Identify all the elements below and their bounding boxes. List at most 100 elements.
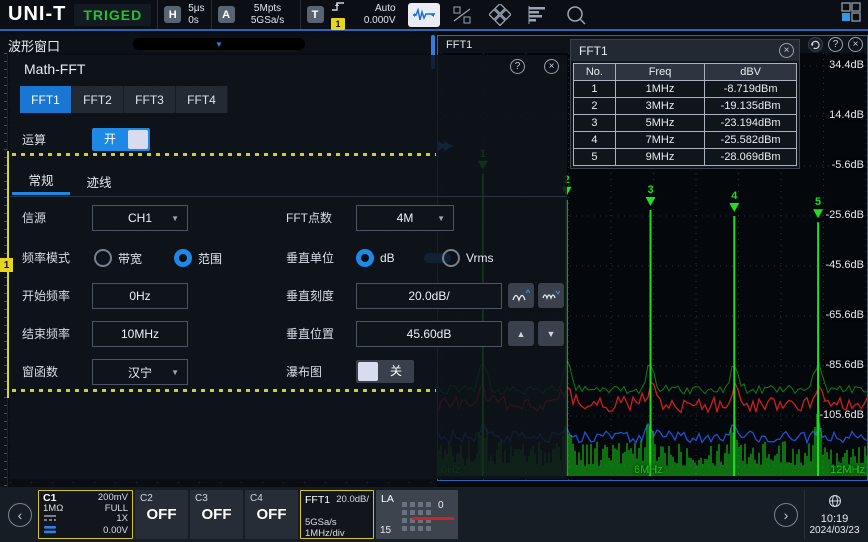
toggle-knob [358,362,378,381]
freq-mode-label: 频率模式 [22,245,70,271]
table-row: 11MHz-8.719dBm [574,81,797,98]
y-axis-label: -25.6dB [825,209,864,221]
scale-compress-button[interactable] [538,283,564,308]
radio-bandwidth[interactable]: 带宽 [94,245,142,271]
radio-label: Vrms [466,251,494,265]
chevron-down-icon: ▼ [171,214,179,223]
close-icon[interactable]: × [779,43,794,58]
acquire-badge: A [218,6,235,23]
table-header-cell: No. [574,64,616,81]
cursor-icon[interactable] [446,3,478,27]
radio-label: 范围 [198,250,222,267]
sub-tab-常规[interactable]: 常规 [12,167,70,195]
fft1-card[interactable]: FFT1 20.0dB/ 5GSa/s 1MHz/div [300,490,374,539]
digital-channel-dot [418,502,423,507]
start-freq-label: 开始频率 [22,283,70,309]
sub-tab-迹线[interactable]: 迹线 [70,167,128,195]
toolbar-icons [408,3,592,27]
dialog-title: Math-FFT [24,61,85,77]
chevron-right-icon[interactable]: › [774,503,798,527]
window-fn-dropdown[interactable]: 汉宁▼ [92,359,188,385]
start-freq-input[interactable]: 0Hz [92,283,188,309]
window-fn-label: 窗函数 [22,359,58,385]
position-up-button[interactable]: ▲ [508,321,534,346]
table-header-row: No.FreqdBV [574,64,797,81]
fft-points-dropdown[interactable]: 4M▼ [356,205,454,231]
close-icon[interactable]: × [544,59,559,74]
end-freq-value: 10MHz [121,327,159,341]
chevron-left-icon[interactable]: ‹ [8,503,32,527]
c1-card-value: 200mV [98,493,128,504]
clock-block[interactable]: 10:19 2024/03/23 [804,490,864,539]
source-dropdown[interactable]: CH1▼ [92,205,188,231]
fft-card-span: 1MHz/div [305,528,345,539]
window-layout-icon[interactable] [840,1,862,28]
table-cell: -23.194dBm [705,115,797,132]
table-cell: -25.582dBm [705,132,797,149]
top-bar: UNI-T TRIGED H 5μs 0s A 5Mpts 5GSa/s T 1 [0,0,868,31]
table-row: 59MHz-28.069dBm [574,149,797,166]
date: 2024/03/23 [809,525,859,536]
xy-display-icon[interactable] [484,3,516,27]
acquisition-section[interactable]: A 5Mpts 5GSa/s [211,0,300,29]
c1-card-value: 1MΩ [43,504,98,515]
radio-range[interactable]: 范围 [174,245,222,271]
waterfall-state: 关 [378,360,414,383]
channel1-badge[interactable]: 1 [0,258,13,272]
channel-card-c4[interactable]: C4OFF [245,490,298,539]
waveform-zoom-icon[interactable] [408,3,440,27]
swap-window-icon[interactable] [808,37,823,52]
window-selector-dropdown[interactable]: ▼ [133,38,305,50]
sub-tab-bar: 常规迹线 [12,167,128,195]
waterfall-toggle[interactable]: 关 [356,360,414,383]
table-row: 23MHz-19.135dBm [574,98,797,115]
histogram-icon[interactable] [522,3,554,27]
peak-table-titlebar[interactable]: FFT1 × [571,40,799,61]
radio-vrms[interactable]: Vrms [442,245,494,271]
vertical-position-input[interactable]: 45.60dB [356,321,502,347]
channel-name: C2 [140,493,153,504]
digital-channel-dot [402,502,407,507]
trigger-section[interactable]: T 1 Auto 0.000V [300,0,402,29]
svg-text:5: 5 [815,196,821,208]
radio-label: dB [380,251,395,265]
fft-tab-fft2[interactable]: FFT2 [72,86,124,113]
la-card[interactable]: LA 0 15 [376,490,458,539]
end-freq-input[interactable]: 10MHz [92,321,188,347]
table-cell: 7MHz [615,132,704,149]
vertical-scale-input[interactable]: 20.0dB/ [356,283,502,309]
scale-expand-button[interactable] [508,283,534,308]
digital-channel-dot [426,510,431,515]
position-down-button[interactable]: ▼ [538,321,564,346]
table-cell: 9MHz [615,149,704,166]
fft-tab-fft1[interactable]: FFT1 [20,86,72,113]
close-icon[interactable]: × [848,37,863,52]
c1-card-value: 1X [98,514,128,526]
c1-card-value: 0.00V [98,526,128,538]
fft-tab-fft3[interactable]: FFT3 [124,86,176,113]
radio-db[interactable]: dB [356,245,395,271]
operation-toggle[interactable]: 开 [92,128,150,151]
channel-name: C4 [250,493,263,504]
x-axis-label: 12MHz [830,464,865,476]
y-axis-label: -5.6dB [832,159,864,171]
help-icon[interactable]: ? [828,37,843,52]
horizontal-section[interactable]: H 5μs 0s [157,0,210,29]
channel-card-c2[interactable]: C2OFF [135,490,188,539]
fft-points-label: FFT点数 [286,205,332,231]
search-icon[interactable] [560,3,592,27]
source-label: 信源 [22,205,46,231]
table-cell: 3 [574,115,616,132]
channel-card-c3[interactable]: C3OFF [190,490,243,539]
channel1-card[interactable]: C1200mV1MΩFULL1X0.00V [38,490,133,539]
bottom-bar: ‹ C1200mV1MΩFULL1X0.00V C2OFFC3OFFC4OFF … [0,487,868,542]
table-cell: 2 [574,98,616,115]
radio-icon [94,249,112,267]
waveform-window-title: 波形窗口 [8,36,60,55]
help-icon[interactable]: ? [510,59,525,74]
vertical-position-label: 垂直位置 [286,321,334,347]
vertical-scale-value: 20.0dB/ [408,289,449,303]
table-cell: 4 [574,132,616,149]
coupling-icon [43,514,98,526]
fft-tab-fft4[interactable]: FFT4 [176,86,228,113]
